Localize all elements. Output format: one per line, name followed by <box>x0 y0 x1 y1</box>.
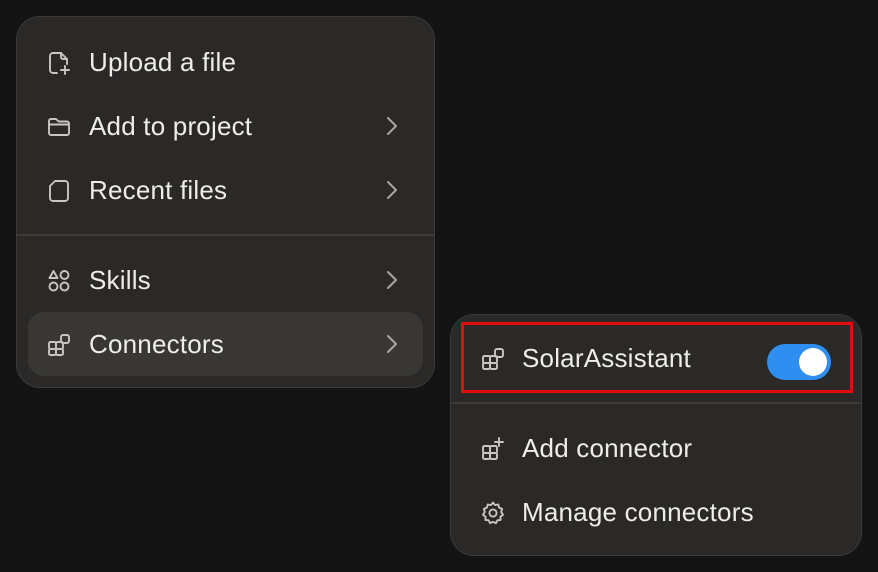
menu-item-add-to-project[interactable]: Add to project <box>28 94 423 158</box>
manage-connectors-item[interactable]: Manage connectors <box>462 480 850 544</box>
gear-icon <box>480 500 506 526</box>
toggle-knob <box>799 348 827 376</box>
connector-label: SolarAssistant <box>522 343 691 373</box>
chevron-right-icon <box>380 178 404 202</box>
add-connector-icon <box>480 436 506 462</box>
menu-item-label: Connectors <box>89 329 224 359</box>
connector-toggle[interactable] <box>767 344 831 380</box>
menu-item-label: Upload a file <box>89 47 237 77</box>
chevron-right-icon <box>380 268 404 292</box>
connectors-icon <box>46 332 72 358</box>
connectors-submenu: SolarAssistant Add connector Manage conn… <box>450 314 862 556</box>
submenu-divider <box>451 402 861 404</box>
add-connector-item[interactable]: Add connector <box>462 416 850 480</box>
skills-icon <box>46 268 72 294</box>
menu-item-label: Recent files <box>89 175 228 205</box>
menu-item-recent-files[interactable]: Recent files <box>28 158 423 222</box>
add-connector-label: Add connector <box>522 433 693 463</box>
chevron-right-icon <box>380 332 404 356</box>
chevron-right-icon <box>380 114 404 138</box>
menu-item-connectors[interactable]: Connectors <box>28 312 423 376</box>
folder-icon <box>46 114 72 140</box>
connector-icon <box>480 346 506 372</box>
manage-connectors-label: Manage connectors <box>522 497 754 527</box>
menu-divider <box>17 234 434 236</box>
attachment-menu: Upload a file Add to project Recent file… <box>16 16 435 388</box>
upload-file-icon <box>46 50 72 76</box>
connector-item-solarassistant[interactable]: SolarAssistant <box>462 326 850 390</box>
menu-item-upload-file[interactable]: Upload a file <box>28 30 423 94</box>
file-icon <box>46 178 72 204</box>
menu-item-label: Skills <box>89 265 151 295</box>
menu-item-label: Add to project <box>89 111 253 141</box>
menu-item-skills[interactable]: Skills <box>28 248 423 312</box>
